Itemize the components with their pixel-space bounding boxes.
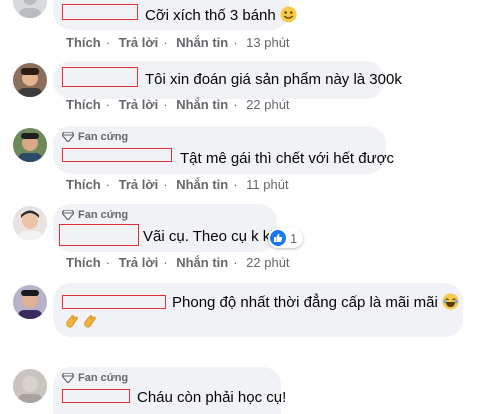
message-link[interactable]: Nhắn tin [176,255,228,270]
message-link[interactable]: Nhắn tin [176,177,228,192]
comment-text: Vãi cụ. Theo cụ k kịp [143,228,282,245]
timestamp[interactable]: 13 phút [246,35,289,50]
comment-actions: Thích · Trả lời · Nhắn tin · 13 phút [66,35,290,50]
diamond-icon [62,373,74,383]
comment-actions: Thích · Trả lời · Nhắn tin · 22 phút [66,255,290,270]
separator: · [233,255,238,270]
separator: · [233,177,238,192]
comment-actions: Thích · Trả lời · Nhắn tin · 11 phút [66,177,289,192]
redacted-author-name [59,224,139,246]
redacted-author-name [62,389,130,403]
comment-5: Phong độ nhất thời đẳng cấp là mãi mãi [0,283,500,337]
separator: · [163,97,168,112]
clap-emoji-icon [64,313,102,334]
avatar[interactable] [13,369,47,403]
message-link[interactable]: Nhắn tin [176,35,228,50]
comment-actions: Thích · Trả lời · Nhắn tin · 22 phút [66,97,290,112]
reply-link[interactable]: Trả lời [119,97,159,112]
fan-label: Fan cứng [78,131,129,143]
separator: · [105,177,111,192]
message-link[interactable]: Nhắn tin [176,97,228,112]
reply-link[interactable]: Trả lời [119,255,159,270]
fan-label: Fan cứng [78,209,129,221]
separator: · [163,255,168,270]
comment-text: Tôi xin đoán giá sản phẩm này là 300k [145,71,402,88]
smile-emoji-icon [280,6,297,27]
comment-4: Fan cứng Vãi cụ. Theo cụ k kịp 1 Thích · … [0,204,500,270]
redacted-author-name [62,67,138,87]
diamond-icon [62,210,74,220]
fan-badge: Fan cứng [62,372,128,384]
reaction-summary[interactable]: 1 [268,228,304,248]
comment-text: Tật mê gái thì chết với hết được [180,150,394,167]
comment-6: Fan cứng Cháu còn phải học cụ! [0,367,500,414]
comment-text: Cỡi xích thố 3 bánh [145,6,297,27]
timestamp[interactable]: 22 phút [246,97,289,112]
comment-text: Cháu còn phải học cụ! [137,389,287,406]
timestamp[interactable]: 11 phút [246,177,288,192]
timestamp[interactable]: 22 phút [246,255,289,270]
like-reaction-icon [270,230,286,246]
comment-3: Fan cứng Tật mê gái thì chết với hết đượ… [0,126,500,192]
redacted-author-name [62,4,138,20]
avatar[interactable] [13,63,47,97]
separator: · [163,177,168,192]
redacted-author-name [62,148,172,162]
comment-1: Cỡi xích thố 3 bánh Thích · Trả lời · Nhắn… [0,0,500,50]
separator: · [163,35,168,50]
separator: · [105,97,111,112]
laughing-emoji-icon [442,293,459,314]
avatar[interactable] [13,206,47,240]
avatar[interactable] [13,128,47,162]
separator: · [105,35,111,50]
like-link[interactable]: Thích [66,177,101,192]
comment-text: Phong độ nhất thời đẳng cấp là mãi mãi [172,293,459,314]
separator: · [105,255,111,270]
like-link[interactable]: Thích [66,97,101,112]
fan-badge: Fan cứng [62,209,128,221]
avatar[interactable] [13,0,47,18]
fan-label: Fan cứng [78,372,129,384]
diamond-icon [62,132,74,142]
separator: · [233,35,238,50]
separator: · [233,97,238,112]
avatar[interactable] [13,285,47,319]
reply-link[interactable]: Trả lời [119,177,159,192]
reaction-count: 1 [290,230,298,246]
like-link[interactable]: Thích [66,35,101,50]
comment-2: Tôi xin đoán giá sản phẩm này là 300k Th… [0,61,500,112]
redacted-author-name [62,295,166,309]
like-link[interactable]: Thích [66,255,101,270]
reply-link[interactable]: Trả lời [119,35,159,50]
fan-badge: Fan cứng [62,131,128,143]
